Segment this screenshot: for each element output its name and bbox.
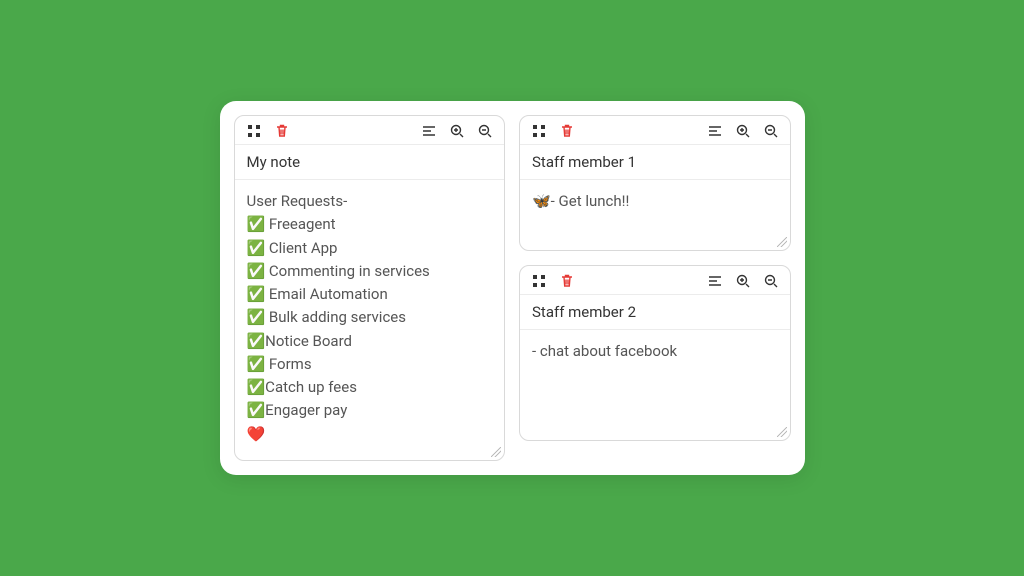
drag-handle-icon[interactable] (530, 122, 548, 140)
note-title[interactable]: Staff member 2 (520, 294, 790, 330)
column-right: Staff member 1 🦋- Get lunch!! (519, 115, 791, 461)
trash-icon[interactable] (558, 272, 576, 290)
toolbar-left (245, 122, 291, 140)
note-card: My note User Requests- ✅ Freeagent ✅ Cli… (234, 115, 506, 461)
note-title[interactable]: My note (235, 144, 505, 180)
zoom-out-icon[interactable] (762, 122, 780, 140)
toolbar-right (706, 272, 780, 290)
note-body[interactable]: User Requests- ✅ Freeagent ✅ Client App … (235, 180, 505, 460)
note-body[interactable]: - chat about facebook (520, 330, 790, 440)
trash-icon[interactable] (558, 122, 576, 140)
drag-handle-icon[interactable] (530, 272, 548, 290)
align-icon[interactable] (420, 122, 438, 140)
zoom-in-icon[interactable] (734, 122, 752, 140)
note-title[interactable]: Staff member 1 (520, 144, 790, 180)
align-icon[interactable] (706, 122, 724, 140)
zoom-out-icon[interactable] (476, 122, 494, 140)
note-card: Staff member 2 - chat about facebook (519, 265, 791, 441)
note-toolbar (235, 116, 505, 144)
drag-handle-icon[interactable] (245, 122, 263, 140)
toolbar-right (706, 122, 780, 140)
note-toolbar (520, 116, 790, 144)
zoom-out-icon[interactable] (762, 272, 780, 290)
notes-board: My note User Requests- ✅ Freeagent ✅ Cli… (220, 101, 805, 475)
toolbar-left (530, 272, 576, 290)
note-card: Staff member 1 🦋- Get lunch!! (519, 115, 791, 251)
zoom-in-icon[interactable] (448, 122, 466, 140)
note-toolbar (520, 266, 790, 294)
column-left: My note User Requests- ✅ Freeagent ✅ Cli… (234, 115, 506, 461)
align-icon[interactable] (706, 272, 724, 290)
trash-icon[interactable] (273, 122, 291, 140)
note-body[interactable]: 🦋- Get lunch!! (520, 180, 790, 250)
toolbar-right (420, 122, 494, 140)
toolbar-left (530, 122, 576, 140)
zoom-in-icon[interactable] (734, 272, 752, 290)
